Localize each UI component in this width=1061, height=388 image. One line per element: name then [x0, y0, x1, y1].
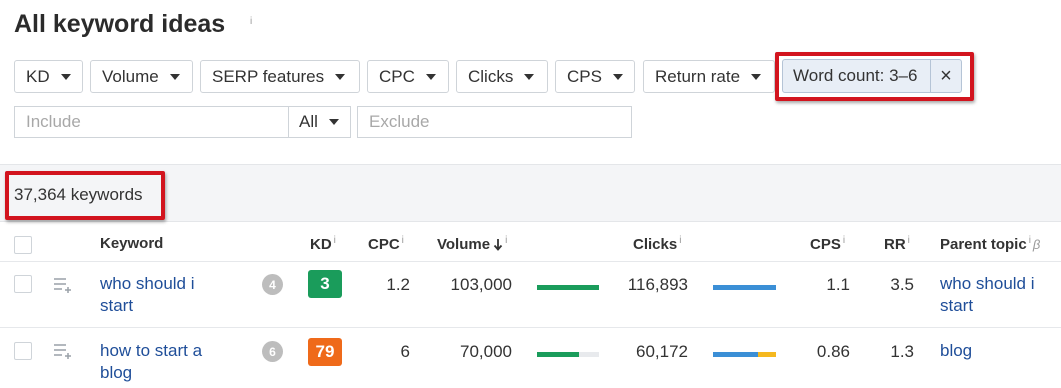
chevron-down-icon [335, 73, 346, 80]
bar-segment [537, 285, 599, 290]
info-icon[interactable]: i [843, 235, 845, 246]
clicks-bar [713, 352, 776, 357]
cps-value: 1.1 [826, 275, 850, 294]
include-mode-label: All [299, 112, 318, 131]
select-all-checkbox[interactable] [14, 236, 32, 254]
serp-features-badge[interactable]: 4 [262, 274, 283, 295]
info-icon[interactable]: i [505, 235, 507, 246]
serp-features-filter-button[interactable]: SERP features [200, 60, 360, 93]
bar-segment [537, 352, 580, 357]
highlight-box-word-count [775, 52, 974, 101]
kd-badge: 79 [308, 338, 342, 366]
volume-bar [537, 285, 599, 290]
kd-filter-label: KD [26, 66, 50, 86]
column-header-parent-topic[interactable]: Parent topic i β [940, 235, 1040, 253]
volume-bar [537, 352, 599, 357]
chevron-down-icon [524, 73, 535, 80]
cpc-value: 1.2 [386, 275, 410, 294]
column-header-parent-topic-label: Parent topic [940, 236, 1027, 253]
cpc-value: 6 [400, 342, 410, 361]
return-rate-filter-label: Return rate [655, 66, 741, 86]
cps-value: 0.86 [816, 342, 850, 361]
serp-features-filter-label: SERP features [212, 66, 325, 86]
kd-badge: 3 [308, 270, 342, 298]
rr-value: 3.5 [890, 275, 914, 294]
volume-filter-button[interactable]: Volume [90, 60, 193, 93]
page-title: All keyword ideas [14, 10, 226, 38]
column-header-keyword: Keyword [100, 235, 164, 252]
column-header-clicks-label: Clicks [633, 236, 678, 253]
column-header-volume[interactable]: Volume i [437, 235, 507, 253]
serp-features-badge[interactable]: 6 [262, 341, 283, 362]
info-icon[interactable]: i [402, 235, 404, 246]
include-mode-select[interactable]: All [288, 106, 351, 138]
keyword-link[interactable]: how to start a blog [100, 340, 220, 384]
add-to-list-icon[interactable] [54, 343, 74, 359]
bar-segment [757, 352, 776, 357]
chevron-down-icon [425, 73, 436, 80]
chevron-down-icon [751, 73, 762, 80]
column-header-cps-label: CPS [810, 236, 841, 253]
cps-filter-button[interactable]: CPS [555, 60, 635, 93]
bar-segment [713, 352, 758, 357]
row-divider [0, 327, 1061, 328]
column-header-kd-label: KD [310, 236, 332, 253]
clicks-filter-button[interactable]: Clicks [456, 60, 548, 93]
info-icon[interactable]: i [679, 235, 681, 246]
title-info-icon[interactable]: i [250, 16, 252, 27]
bar-segment [713, 285, 776, 290]
chevron-down-icon [60, 73, 71, 80]
volume-value: 70,000 [460, 342, 512, 361]
highlight-box-keyword-count [5, 171, 165, 220]
sort-descending-icon [493, 239, 503, 251]
info-icon[interactable]: i [334, 235, 336, 246]
clicks-value: 116,893 [627, 275, 688, 294]
kd-filter-button[interactable]: KD [14, 60, 83, 93]
column-header-cps[interactable]: CPS i [810, 235, 845, 253]
column-header-volume-label: Volume [437, 236, 491, 253]
volume-filter-label: Volume [102, 66, 159, 86]
row-checkbox[interactable] [14, 342, 32, 360]
add-to-list-icon[interactable] [54, 277, 74, 293]
chevron-down-icon [169, 73, 180, 80]
cps-filter-label: CPS [567, 66, 602, 86]
row-checkbox[interactable] [14, 275, 32, 293]
chevron-down-icon [612, 73, 623, 80]
cpc-filter-label: CPC [379, 66, 415, 86]
header-divider [0, 261, 1061, 262]
column-header-clicks[interactable]: Clicks i [633, 235, 681, 253]
info-icon[interactable]: i [908, 235, 910, 246]
clicks-bar [713, 285, 776, 290]
include-input[interactable]: Include [14, 106, 289, 138]
column-header-cpc[interactable]: CPC i [368, 235, 404, 253]
cpc-filter-button[interactable]: CPC [367, 60, 449, 93]
column-header-kd[interactable]: KD i [310, 235, 336, 253]
column-header-cpc-label: CPC [368, 236, 400, 253]
column-header-rr[interactable]: RR i [884, 235, 910, 253]
column-header-rr-label: RR [884, 236, 906, 253]
chevron-down-icon [328, 119, 339, 125]
beta-icon: β [1032, 237, 1041, 252]
rr-value: 1.3 [890, 342, 914, 361]
parent-topic-link[interactable]: who should i start [940, 273, 1055, 317]
return-rate-filter-button[interactable]: Return rate [643, 60, 775, 93]
info-icon[interactable]: i [1029, 235, 1031, 246]
parent-topic-link[interactable]: blog [940, 340, 1055, 362]
exclude-input[interactable]: Exclude [357, 106, 632, 138]
keyword-link[interactable]: who should i start [100, 273, 220, 317]
clicks-filter-label: Clicks [468, 66, 514, 86]
clicks-value: 60,172 [636, 342, 688, 361]
volume-value: 103,000 [450, 275, 512, 294]
